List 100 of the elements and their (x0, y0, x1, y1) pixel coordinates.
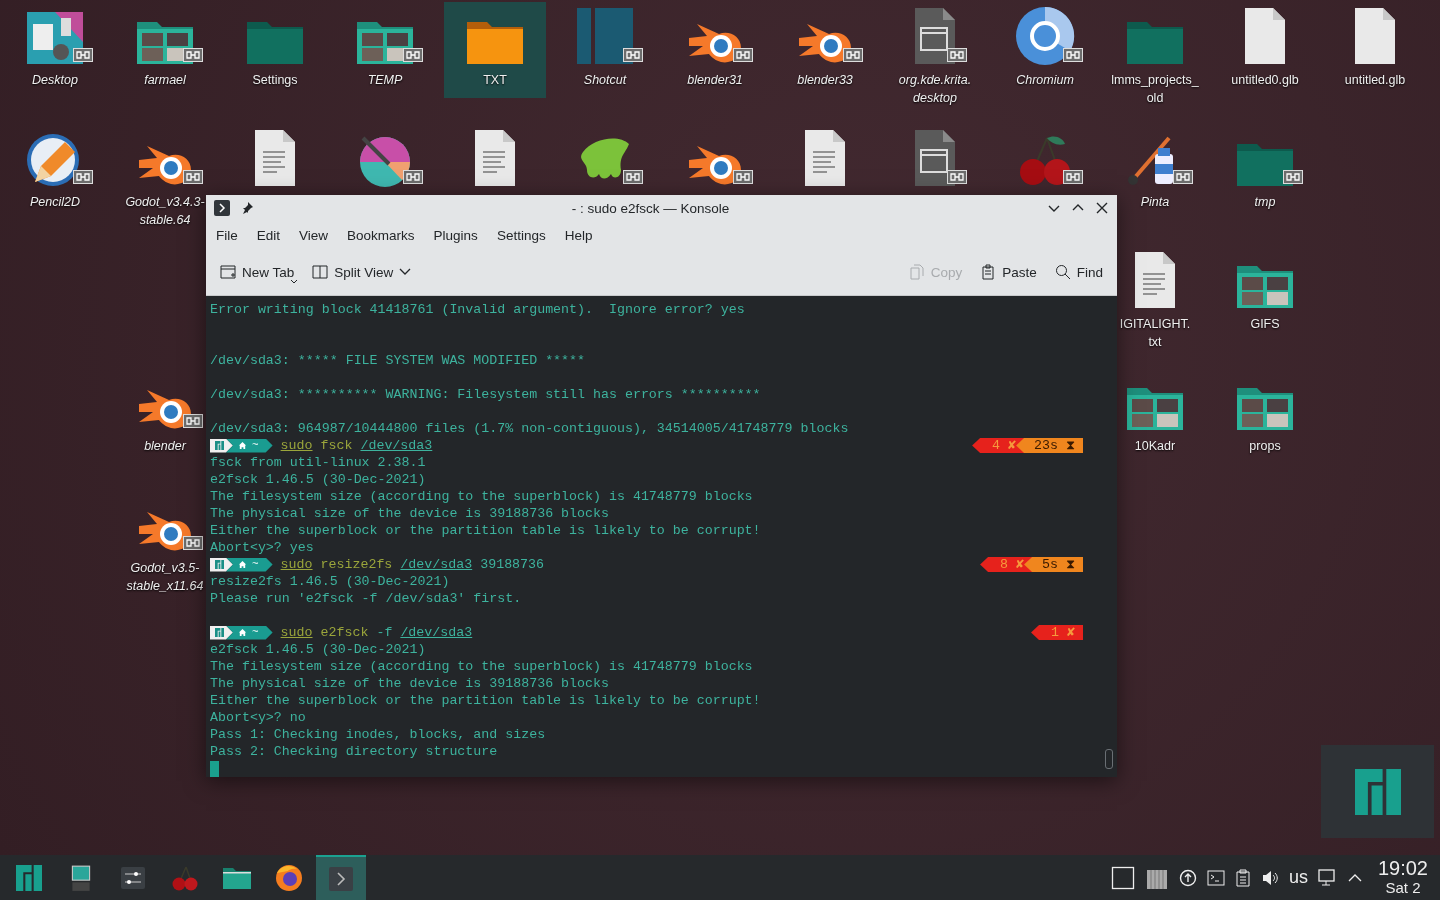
terminal-output: Pass 2: Checking directory structure (210, 743, 498, 760)
folder-icon (222, 865, 252, 890)
desktop-icon[interactable]: Desktop (18, 2, 92, 93)
terminal-output: The physical size of the device is 39188736 blocks (210, 675, 609, 692)
menu-item[interactable]: View (291, 223, 337, 247)
desktop-icon[interactable]: Pinta (1118, 124, 1192, 215)
terminal-output: The filesystem size (according to the superblock) is 41748779 blocks (210, 658, 753, 675)
desktop-icon[interactable]: org.kde.krita. desktop (896, 2, 974, 111)
desktop-icon[interactable]: blender (128, 368, 202, 459)
menu-item[interactable]: Help (556, 223, 601, 247)
menu-item[interactable]: File (208, 223, 246, 247)
desktop-icon[interactable]: TEMP (348, 2, 422, 93)
desktop-icon[interactable]: Godot_v3.5- stable_x11.64 (124, 490, 206, 599)
scrollbar[interactable] (1105, 749, 1113, 769)
manjaro-logo-icon (215, 628, 224, 637)
icon-label: GIFS (1250, 316, 1280, 333)
pin-icon[interactable] (240, 201, 254, 215)
desktop-icon[interactable]: Chromium (1008, 2, 1082, 93)
desktop-icon[interactable]: blender31 (678, 2, 752, 93)
desktop-icon[interactable]: props (1228, 368, 1302, 459)
duration-badge: 5s ⧗ (1024, 557, 1083, 572)
desktop-icon[interactable]: untitled0.glb (1228, 2, 1302, 93)
manjaro-logo-icon (215, 441, 224, 450)
terminal-icon[interactable] (1206, 869, 1225, 886)
desktop-icon[interactable]: IGITALIGHT. txt (1117, 246, 1193, 355)
clock-time[interactable]: 19:02 (1377, 858, 1428, 878)
menu-item[interactable]: Edit (248, 223, 289, 247)
link-badge-icon (843, 48, 863, 62)
network-icon[interactable] (1317, 868, 1338, 887)
desktop-icon[interactable]: TXT (444, 2, 546, 98)
icon-label: Settings (252, 72, 298, 89)
terminal-icon (328, 865, 354, 892)
terminal-output: Abort<y>? no (210, 709, 306, 726)
new-tab-icon (220, 264, 236, 280)
clock-date[interactable]: Sat 2 (1385, 877, 1421, 897)
desktop-icon[interactable]: 10Kadr (1118, 368, 1192, 459)
split-view-button[interactable]: Split View (306, 260, 418, 284)
find-button[interactable]: Find (1048, 260, 1109, 284)
terminal-output: The filesystem size (according to the superblock) is 41748779 blocks (210, 488, 753, 505)
icon-label: IGITALIGHT. txt (1119, 316, 1191, 351)
desktop-icon[interactable]: lmms_projects_ old (1109, 2, 1201, 111)
window-title: - : sudo e2fsck — Konsole (570, 200, 731, 216)
command-token: sudo (280, 624, 313, 641)
terminal-output: Pass 1: Checking inodes, blocks, and sizes (210, 726, 546, 743)
icon-label: untitled.glb (1344, 72, 1406, 89)
duration-badge: 23s ⧗ (1016, 438, 1083, 453)
command-token: /dev/sda3 (400, 556, 473, 573)
desktop-icon[interactable]: Settings (238, 2, 312, 93)
command-token: fsck (320, 437, 353, 454)
command-token: 39188736 (480, 556, 545, 573)
clipboard-icon (980, 264, 997, 280)
menu-item[interactable]: Settings (488, 223, 554, 247)
icon-label: farmael (144, 72, 186, 89)
icon-label: Pinta (1140, 194, 1170, 211)
desktop-icon[interactable]: Godot_v3.4.3- stable.64 (123, 124, 207, 233)
icon-label: Shotcut (583, 72, 627, 89)
terminal-output: /dev/sda3: ***** FILE SYSTEM WAS MODIFIED ***** (210, 352, 586, 369)
menu-item[interactable]: Plugins (425, 223, 486, 247)
manjaro-logo-icon (215, 560, 224, 569)
terminal-area[interactable] (206, 296, 1117, 777)
desktop-icon[interactable]: blender33 (788, 2, 862, 93)
terminal-output: Abort<y>? yes (210, 539, 314, 556)
terminal-output: /dev/sda3: ********** WARNING: Filesystem still has errors ********** (210, 386, 761, 403)
paste-button[interactable]: Paste (974, 260, 1043, 284)
clipboard-icon[interactable] (1234, 868, 1251, 887)
firefox-icon (274, 862, 304, 893)
menu-item[interactable]: Bookmarks (339, 223, 423, 247)
window-icon[interactable] (1110, 865, 1135, 890)
icon-label: org.kde.krita. desktop (898, 72, 972, 107)
caret-up-icon[interactable] (1347, 872, 1362, 883)
terminal-output: Please run 'e2fsck -f /dev/sda3' first. (210, 590, 522, 607)
link-badge-icon (73, 170, 93, 184)
link-badge-icon (623, 170, 643, 184)
icon-label: props (1249, 438, 1281, 455)
desktop-icon[interactable]: Pencil2D (18, 124, 92, 215)
konsole-task-button[interactable] (316, 855, 366, 900)
update-icon[interactable] (1178, 868, 1197, 887)
keyboard-layout[interactable]: us (1288, 867, 1308, 888)
chromium-icon (1015, 6, 1075, 66)
collage-icon (25, 10, 85, 66)
command-token: sudo (280, 437, 313, 454)
command-token: sudo (280, 556, 313, 573)
desktop-icon[interactable]: untitled.glb (1338, 2, 1412, 93)
chevron-down-icon (399, 268, 412, 276)
volume-icon[interactable] (1260, 868, 1279, 887)
terminal-output: fsck from util-linux 2.38.1 (210, 454, 426, 471)
desktop-icon[interactable]: tmp (1228, 124, 1302, 215)
desktop-icon[interactable]: farmael (128, 2, 202, 93)
caret-icon (290, 279, 298, 284)
terminal-output: Either the superblock or the partition table is likely to be corrupt! (210, 522, 761, 539)
link-badge-icon (1063, 170, 1083, 184)
manjaro-widget[interactable] (1321, 745, 1434, 838)
icon-label: TXT (483, 72, 507, 89)
close-icon[interactable] (1095, 201, 1109, 215)
command-token: -f (376, 624, 393, 641)
link-badge-icon (947, 48, 967, 62)
link-badge-icon (403, 170, 423, 184)
desktop-icon[interactable]: Shotcut (568, 2, 642, 93)
new-tab-button[interactable]: New Tab (214, 260, 301, 284)
desktop-icon[interactable]: GIFS (1228, 246, 1302, 337)
